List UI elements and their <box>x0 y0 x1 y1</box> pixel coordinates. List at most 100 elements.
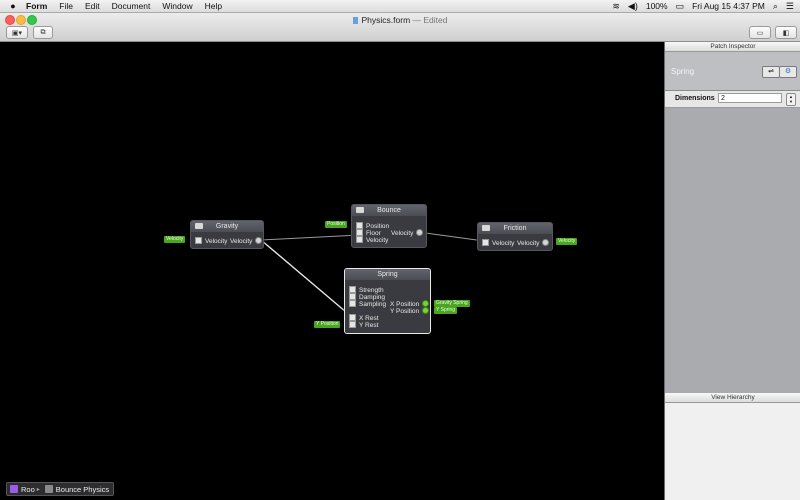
spring-input-sampling[interactable]: Sampling <box>349 300 386 308</box>
input-port[interactable] <box>356 222 363 229</box>
breadcrumb-root[interactable]: Roo <box>21 485 35 494</box>
patch-inspector-header: Patch Inspector <box>665 42 800 52</box>
breadcrumb: Roo ▸ Bounce Physics <box>6 482 115 496</box>
port-label: Velocity <box>517 240 540 247</box>
dimensions-field[interactable]: 2 <box>718 93 782 103</box>
gravity-patch-header[interactable]: Gravity <box>191 221 263 232</box>
patch-group-icon <box>44 485 53 493</box>
bounce-output-velocity[interactable]: Velocity <box>391 229 424 237</box>
port-label: Velocity <box>230 238 253 245</box>
friction-input-velocity[interactable]: Velocity <box>482 239 514 247</box>
toggle-sidebar-button[interactable]: ◧ <box>775 26 797 39</box>
folder-icon <box>482 225 490 231</box>
patch-canvas[interactable]: Gravity Velocity Velocity Velocity Bounc… <box>0 42 664 500</box>
view-hierarchy-header: View Hierarchy <box>665 393 800 403</box>
bounce-patch-header[interactable]: Bounce <box>352 205 426 216</box>
bounce-patch[interactable]: Bounce Position Floor Velocity Velocity <box>351 204 427 248</box>
volume-icon[interactable]: ◀) <box>628 1 638 12</box>
friction-velocity-tag[interactable]: Velocity <box>556 238 578 245</box>
apple-menu-icon[interactable]: ● <box>6 1 20 11</box>
spring-output-y-position[interactable]: Y Position <box>390 307 430 315</box>
spring-patch-title: Spring <box>377 271 398 278</box>
notification-center-icon[interactable]: ☰ <box>786 1 794 12</box>
output-port[interactable] <box>422 300 430 307</box>
port-label: Velocity <box>366 237 389 244</box>
output-port[interactable] <box>422 307 430 314</box>
output-port[interactable] <box>416 229 424 236</box>
patch-inspector-panel: Patch Inspector Spring ⇌ ⚙ Dimensions 2 … <box>664 42 800 500</box>
input-port[interactable] <box>482 239 489 246</box>
port-label: Y Position <box>390 308 420 315</box>
menu-window[interactable]: Window <box>156 1 198 11</box>
input-port[interactable] <box>195 237 202 244</box>
window-title-text: Physics.form <box>361 15 411 25</box>
gear-icon[interactable]: ⚙ <box>779 66 797 78</box>
folder-icon <box>356 207 364 213</box>
gravity-spring-tag[interactable]: Gravity Spring <box>434 300 470 307</box>
sidebar-icon: ◧ <box>782 29 790 37</box>
battery-icon[interactable]: ▭ <box>676 1 685 12</box>
document-icon <box>352 17 358 24</box>
input-port[interactable] <box>356 229 363 236</box>
port-label: Y Rest <box>359 322 379 329</box>
gravity-input-velocity[interactable]: Velocity <box>195 237 227 245</box>
spring-y-position-tag[interactable]: Y Position <box>314 321 341 328</box>
layout-icon: ▣▾ <box>11 29 23 37</box>
spring-patch-header[interactable]: Spring <box>345 269 430 280</box>
y-spring-tag[interactable]: Y Spring <box>434 307 458 314</box>
dimensions-row: Dimensions 2 ▲ ▼ <box>665 91 800 108</box>
input-port[interactable] <box>349 300 356 307</box>
menu-file[interactable]: File <box>53 1 79 11</box>
dimensions-label: Dimensions <box>675 95 715 102</box>
input-port[interactable] <box>349 314 356 321</box>
battery-percent[interactable]: 100% <box>646 1 668 11</box>
spring-input-y-rest[interactable]: Y Rest <box>349 321 378 329</box>
breadcrumb-separator-icon: ▸ <box>36 486 40 493</box>
gravity-output-velocity[interactable]: Velocity <box>230 237 263 245</box>
gravity-patch[interactable]: Gravity Velocity Velocity <box>190 220 264 249</box>
input-port[interactable] <box>349 321 356 328</box>
dimensions-stepper[interactable]: ▲ ▼ <box>786 93 796 106</box>
friction-output-velocity[interactable]: Velocity <box>517 239 550 247</box>
input-port[interactable] <box>349 286 356 293</box>
menu-edit[interactable]: Edit <box>79 1 106 11</box>
gravity-patch-title: Gravity <box>215 223 239 230</box>
folder-icon <box>195 223 203 229</box>
inspector-patch-name: Spring <box>671 67 695 76</box>
menu-document[interactable]: Document <box>106 1 157 11</box>
output-port[interactable] <box>255 237 263 244</box>
friction-patch[interactable]: Friction Velocity Velocity <box>477 222 553 251</box>
inspector-header-area: Patch Inspector Spring ⇌ ⚙ <box>665 42 800 91</box>
inputs-settings-icon[interactable]: ⇌ <box>762 66 780 78</box>
duplicate-button[interactable]: ⧉ <box>33 26 53 39</box>
wifi-icon[interactable]: ≋ <box>612 1 620 12</box>
toggle-canvas-button[interactable]: ▭ <box>749 26 771 39</box>
port-label: Velocity <box>492 240 515 247</box>
view-hierarchy-panel[interactable]: View Hierarchy <box>665 393 800 500</box>
spring-patch[interactable]: Spring Strength Damping Sampling X Rest … <box>344 268 431 334</box>
bounce-position-tag[interactable]: Position <box>325 221 347 228</box>
menu-help[interactable]: Help <box>199 1 228 11</box>
layout-menu-button[interactable]: ▣▾ <box>6 26 28 39</box>
canvas-icon: ▭ <box>756 29 764 37</box>
wire-gravity-to-spring <box>260 239 347 313</box>
menu-form[interactable]: Form <box>20 1 53 11</box>
input-port[interactable] <box>349 293 356 300</box>
spotlight-search-icon[interactable]: ⌕ <box>773 1 778 12</box>
window-titlebar: Physics.form — Edited ▣▾ ⧉ ▭ ◧ <box>0 13 800 42</box>
friction-patch-header[interactable]: Friction <box>478 223 552 234</box>
connection-wires <box>260 231 485 313</box>
duplicate-icon: ⧉ <box>40 28 46 36</box>
port-label: Sampling <box>359 301 387 308</box>
port-label: Velocity <box>205 238 228 245</box>
window-title: Physics.form — Edited <box>0 15 800 25</box>
input-port[interactable] <box>356 236 363 243</box>
bounce-input-velocity[interactable]: Velocity <box>356 236 388 244</box>
edited-indicator: — Edited <box>412 15 448 25</box>
breadcrumb-current[interactable]: Bounce Physics <box>56 485 109 494</box>
root-layer-icon <box>10 485 18 493</box>
output-port[interactable] <box>542 239 550 246</box>
bounce-patch-title: Bounce <box>377 207 401 214</box>
menubar-clock[interactable]: Fri Aug 15 4:37 PM <box>692 1 765 11</box>
gravity-velocity-tag[interactable]: Velocity <box>164 236 186 243</box>
